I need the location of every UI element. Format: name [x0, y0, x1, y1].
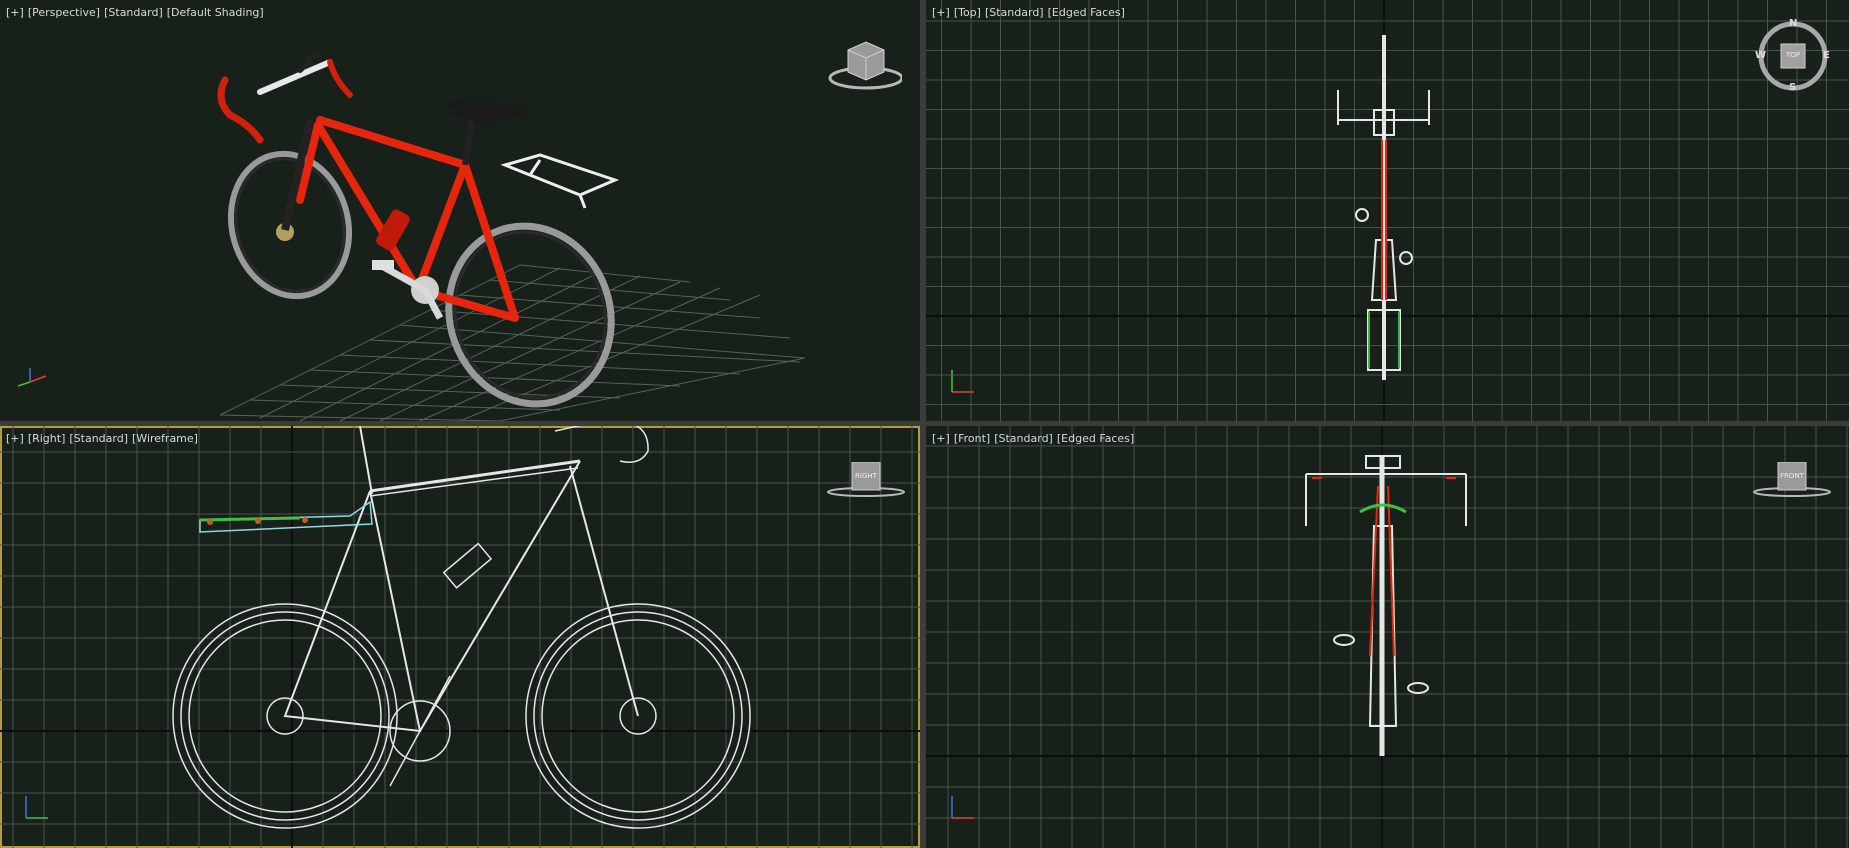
perspective-saddle — [445, 101, 528, 123]
viewcube-face-label: FRONT — [1780, 472, 1804, 480]
viewport-view-label[interactable]: [Front] — [954, 432, 990, 445]
viewport-shading-label[interactable]: [Edged Faces] — [1057, 432, 1134, 445]
viewport-menu-plus[interactable]: [+] — [932, 432, 950, 445]
viewport-mode-label[interactable]: [Standard] — [985, 6, 1044, 19]
viewport-mode-label[interactable]: [Standard] — [994, 432, 1053, 445]
perspective-rear-wheel — [445, 222, 615, 408]
viewport-menu-plus[interactable]: [+] — [932, 6, 950, 19]
viewport-label-right[interactable]: [+] [Right] [Standard] [Wireframe] — [6, 432, 202, 445]
viewport-mode-label[interactable]: [Standard] — [69, 432, 128, 445]
viewcube-icon — [827, 462, 905, 497]
viewport-menu-plus[interactable]: [+] — [6, 6, 24, 19]
viewport-label-top[interactable]: [+] [Top] [Standard] [Edged Faces] — [932, 6, 1129, 19]
viewport-label-perspective[interactable]: [+] [Perspective] [Standard] [Default Shadi… — [6, 6, 268, 19]
viewport-front[interactable]: [+] [Front] [Standard] [Edged Faces] FRONT — [926, 426, 1849, 848]
top-bike — [951, 35, 1430, 393]
viewport-view-label[interactable]: [Top] — [954, 6, 981, 19]
viewport-right[interactable]: [+] [Right] [Standard] [Wireframe] RIGHT — [0, 426, 920, 848]
axis-tripod — [17, 368, 47, 387]
right-rack — [199, 500, 373, 533]
compass-viewcube[interactable]: N S W E TOP — [1755, 18, 1831, 94]
front-bike — [951, 455, 1467, 819]
viewport-shading-label[interactable]: [Default Shading] — [167, 6, 264, 19]
viewport-menu-plus[interactable]: [+] — [6, 432, 24, 445]
viewport-view-label[interactable]: [Right] — [28, 432, 66, 445]
viewcube[interactable]: RIGHT — [826, 462, 906, 498]
viewcube-icon — [1753, 462, 1831, 497]
viewcube[interactable]: FRONT — [1752, 462, 1832, 498]
axis-tripod — [951, 370, 974, 393]
compass-north: N — [1789, 18, 1798, 29]
viewport-label-front[interactable]: [+] [Front] [Standard] [Edged Faces] — [932, 432, 1138, 445]
viewport-shading-label[interactable]: [Edged Faces] — [1048, 6, 1125, 19]
axis-tripod — [951, 796, 974, 819]
compass-east: E — [1823, 50, 1830, 61]
viewport-view-label[interactable]: [Perspective] — [28, 6, 100, 19]
viewcube-face-label: RIGHT — [855, 472, 877, 480]
perspective-rack — [500, 153, 620, 209]
compass-south: S — [1789, 82, 1797, 93]
viewcube-face-label: TOP — [1785, 51, 1800, 59]
viewcube-icon — [828, 41, 902, 90]
viewport-perspective[interactable]: [+] [Perspective] [Standard] [Default Shadi… — [0, 0, 920, 421]
viewcube[interactable] — [826, 34, 902, 94]
perspective-scene — [17, 52, 806, 421]
right-wireframe-bike — [25, 426, 751, 829]
viewport-shading-label[interactable]: [Wireframe] — [132, 432, 198, 445]
compass-west: W — [1755, 50, 1767, 61]
axis-tripod — [25, 796, 48, 819]
viewport-top[interactable]: [+] [Top] [Standard] [Edged Faces] N S W E — [926, 0, 1849, 421]
viewport-mode-label[interactable]: [Standard] — [104, 6, 163, 19]
